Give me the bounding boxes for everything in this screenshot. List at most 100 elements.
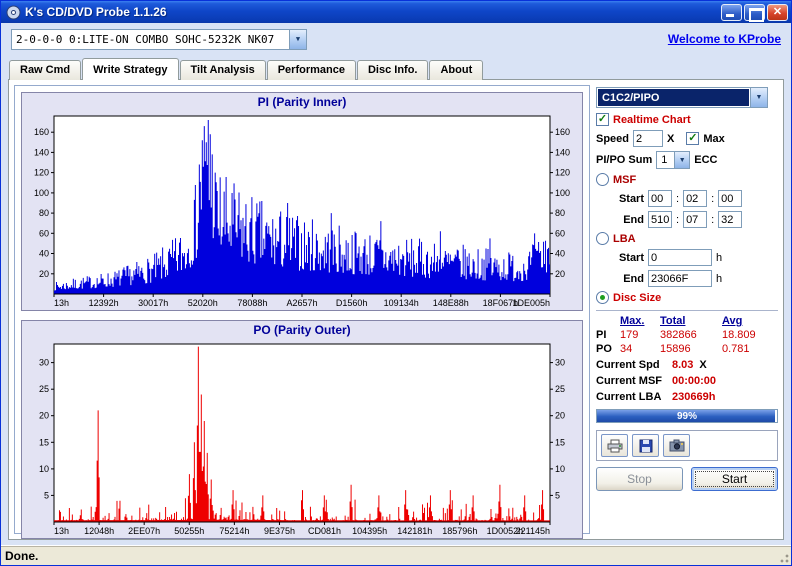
tab-raw-cmd[interactable]: Raw Cmd — [9, 60, 82, 80]
pipo-sum-selector[interactable]: 1 ▼ — [656, 151, 691, 169]
msf-end-min-input[interactable] — [648, 211, 672, 228]
stats-row-po-label: PO — [596, 343, 612, 355]
current-spd-value: 8.03 — [672, 359, 694, 371]
svg-text:140: 140 — [555, 147, 570, 157]
floppy-icon — [639, 439, 652, 452]
svg-text:221145h: 221145h — [516, 526, 550, 536]
svg-text:10: 10 — [555, 464, 565, 474]
svg-text:104395h: 104395h — [352, 526, 387, 536]
tab-tilt-analysis[interactable]: Tilt Analysis — [179, 60, 266, 80]
lba-end-label: End — [623, 272, 644, 285]
svg-text:12392h: 12392h — [89, 298, 119, 308]
lba-radio[interactable] — [596, 232, 609, 245]
stats-po-max: 34 — [620, 343, 633, 355]
current-msf-value: 00:00:00 — [672, 375, 717, 387]
svg-text:52020h: 52020h — [188, 298, 218, 308]
mode-selector[interactable]: C1C2/PIPO ▼ — [596, 87, 768, 108]
printer-icon — [607, 439, 622, 452]
drive-selector-value: 2-0-0-0 0:LITE-ON COMBO SOHC-5232K NK07 — [16, 32, 275, 46]
svg-text:25: 25 — [39, 384, 49, 394]
msf-separator: : — [676, 192, 680, 205]
start-button[interactable]: Start — [691, 467, 778, 491]
lba-label: LBA — [613, 232, 636, 245]
svg-text:30017h: 30017h — [138, 298, 168, 308]
speed-input[interactable] — [633, 130, 664, 147]
realtime-chart-label: Realtime Chart — [613, 113, 691, 126]
msf-end-sec-input[interactable] — [683, 211, 708, 228]
svg-text:20: 20 — [555, 269, 565, 279]
svg-text:109134h: 109134h — [384, 298, 419, 308]
drive-selector[interactable]: 2-0-0-0 0:LITE-ON COMBO SOHC-5232K NK07 … — [11, 28, 307, 50]
svg-text:30: 30 — [555, 358, 565, 368]
print-button[interactable] — [601, 434, 628, 457]
svg-text:2EE07h: 2EE07h — [128, 526, 160, 536]
svg-text:120: 120 — [34, 168, 49, 178]
stats-po-avg: 0.781 — [722, 343, 750, 355]
lba-start-input[interactable] — [648, 249, 712, 266]
svg-text:9E375h: 9E375h — [264, 526, 295, 536]
welcome-link[interactable]: Welcome to KProbe — [668, 32, 781, 46]
tab-write-strategy[interactable]: Write Strategy — [82, 58, 179, 80]
stats-pi-avg: 18.809 — [722, 329, 756, 341]
resize-grip[interactable] — [777, 551, 790, 564]
tab-disc-info[interactable]: Disc Info. — [356, 60, 429, 80]
pipo-sum-label: PI/PO Sum — [596, 154, 653, 166]
svg-text:20: 20 — [39, 269, 49, 279]
stats-po-total: 15896 — [660, 343, 691, 355]
charts-area: PI (Parity Inner) 20 20 40 40 60 60 80 80 100 100… — [14, 85, 590, 539]
msf-start-min-input[interactable] — [648, 190, 672, 207]
msf-end-frame-input[interactable] — [718, 211, 743, 228]
svg-text:78088h: 78088h — [237, 298, 267, 308]
lba-end-input[interactable] — [648, 270, 712, 287]
current-spd-unit: X — [699, 359, 707, 371]
po-chart: 5 5 10 10 15 15 20 20 25 25 30 30 13h 12048h 2EE07h 502… — [39, 343, 565, 536]
svg-text:20: 20 — [555, 411, 565, 421]
speed-label: Speed — [596, 132, 630, 145]
lba-start-label: Start — [618, 251, 644, 264]
save-button[interactable] — [632, 434, 659, 457]
svg-text:100: 100 — [34, 188, 49, 198]
svg-text:1DE005h: 1DE005h — [512, 298, 550, 308]
realtime-chart-checkbox[interactable]: ✓ — [596, 113, 609, 126]
close-button[interactable]: ✕ — [767, 3, 788, 21]
statusbar: Done. — [1, 545, 791, 565]
svg-text:100: 100 — [555, 188, 570, 198]
svg-text:5: 5 — [555, 490, 560, 500]
msf-start-sec-input[interactable] — [683, 190, 708, 207]
chevron-down-icon[interactable]: ▼ — [674, 152, 690, 168]
svg-text:15: 15 — [39, 437, 49, 447]
svg-text:A2657h: A2657h — [286, 298, 317, 308]
svg-text:160: 160 — [34, 127, 49, 137]
chevron-down-icon[interactable]: ▼ — [750, 88, 767, 107]
max-speed-label: Max — [703, 132, 725, 145]
snapshot-button[interactable] — [663, 434, 690, 457]
svg-text:148E88h: 148E88h — [433, 298, 469, 308]
tab-performance[interactable]: Performance — [266, 60, 356, 80]
msf-radio[interactable] — [596, 173, 609, 186]
pi-chart-panel: PI (Parity Inner) 20 20 40 40 60 60 80 80 100 100… — [21, 92, 583, 311]
app-icon — [6, 5, 21, 19]
svg-text:5: 5 — [44, 490, 49, 500]
maximize-button[interactable] — [744, 3, 765, 22]
status-text: Done. — [5, 548, 39, 563]
max-speed-checkbox[interactable]: ✓ — [686, 132, 700, 145]
progress-percent: 99% — [676, 410, 697, 422]
tool-button-group — [596, 430, 778, 461]
minimize-button[interactable] — [721, 3, 742, 21]
pi-chart-title: PI (Parity Inner) — [257, 95, 347, 109]
stop-button[interactable]: Stop — [596, 467, 683, 491]
msf-start-frame-input[interactable] — [718, 190, 743, 207]
msf-start-label: Start — [618, 192, 644, 205]
svg-text:40: 40 — [555, 249, 565, 259]
svg-text:12048h: 12048h — [84, 526, 114, 536]
svg-text:20: 20 — [39, 411, 49, 421]
msf-separator: : — [711, 192, 715, 205]
svg-text:160: 160 — [555, 127, 570, 137]
chevron-down-icon[interactable]: ▼ — [289, 29, 306, 49]
tab-about[interactable]: About — [429, 60, 484, 80]
msf-separator: : — [711, 213, 715, 226]
svg-text:10: 10 — [39, 464, 49, 474]
stats-table: Max. Total Avg PI 179 382866 18.809 PO 3… — [596, 315, 778, 355]
disc-size-radio[interactable] — [596, 291, 609, 304]
svg-text:120: 120 — [555, 168, 570, 178]
